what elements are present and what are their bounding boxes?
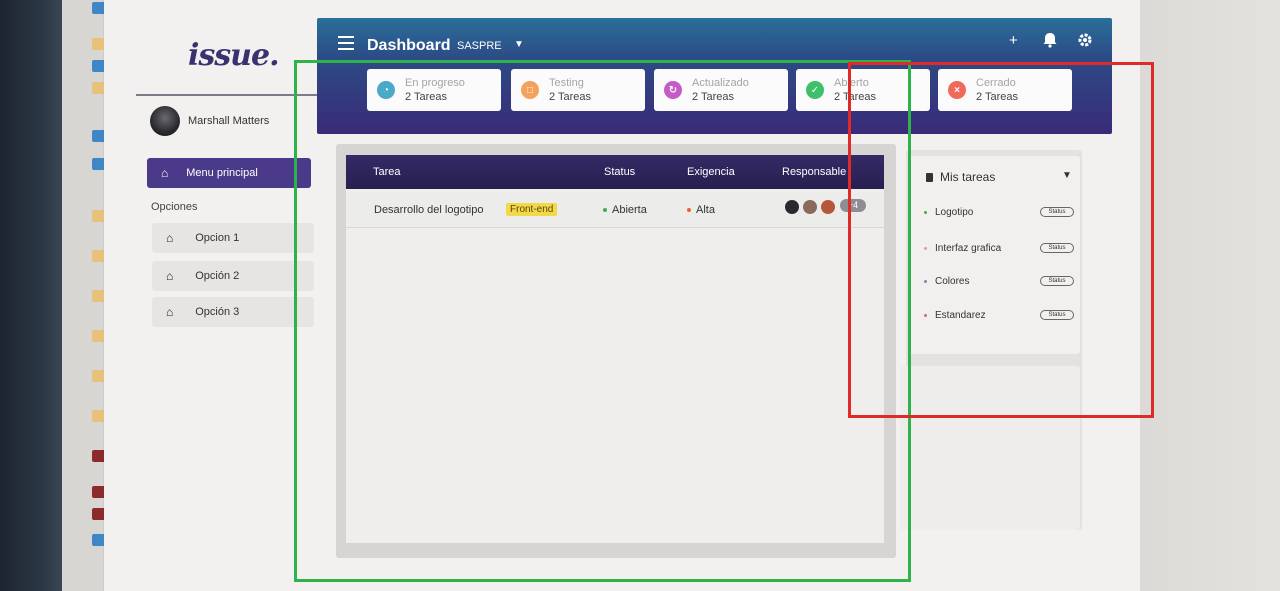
plus-icon[interactable]: +: [1009, 32, 1018, 49]
home-icon: ⌂: [166, 305, 174, 319]
options-heading: Opciones: [151, 201, 198, 213]
home-icon: ⌂: [166, 269, 174, 283]
user-name: Marshall Matters: [188, 115, 270, 127]
annotation-frame-red: [848, 62, 1154, 418]
menu-principal-label: Menu principal: [186, 167, 258, 179]
chevron-down-icon[interactable]: ▼: [514, 39, 524, 50]
sidebar-item-label: Opcion 1: [195, 232, 240, 244]
bell-icon[interactable]: [1043, 32, 1057, 52]
avatar[interactable]: [150, 106, 180, 136]
page-title: Dashboard: [367, 37, 451, 54]
home-icon: ⌂: [166, 231, 174, 245]
hamburger-menu-icon[interactable]: [338, 36, 354, 54]
user-profile[interactable]: Marshall Matters: [150, 106, 269, 136]
menu-principal-button[interactable]: ⌂ Menu principal: [147, 158, 311, 188]
home-icon: ⌂: [161, 166, 169, 180]
sidebar-item-label: Opción 2: [195, 270, 240, 282]
gear-icon[interactable]: [1077, 32, 1093, 52]
sidebar-item-opcion-1[interactable]: ⌂ Opcion 1: [152, 223, 314, 253]
sidebar-item-opcion-3[interactable]: ⌂ Opción 3: [152, 297, 314, 327]
annotation-frame-green: [294, 60, 911, 582]
background-wall: [1140, 0, 1280, 591]
sidebar-item-opcion-2[interactable]: ⌂ Opción 2: [152, 261, 314, 291]
sidebar-divider: [136, 94, 320, 96]
project-selector[interactable]: SASPRE: [457, 40, 502, 52]
monitor-bezel: [0, 0, 62, 591]
app-logo[interactable]: issue.: [188, 38, 280, 73]
sidebar-item-label: Opción 3: [195, 306, 240, 318]
